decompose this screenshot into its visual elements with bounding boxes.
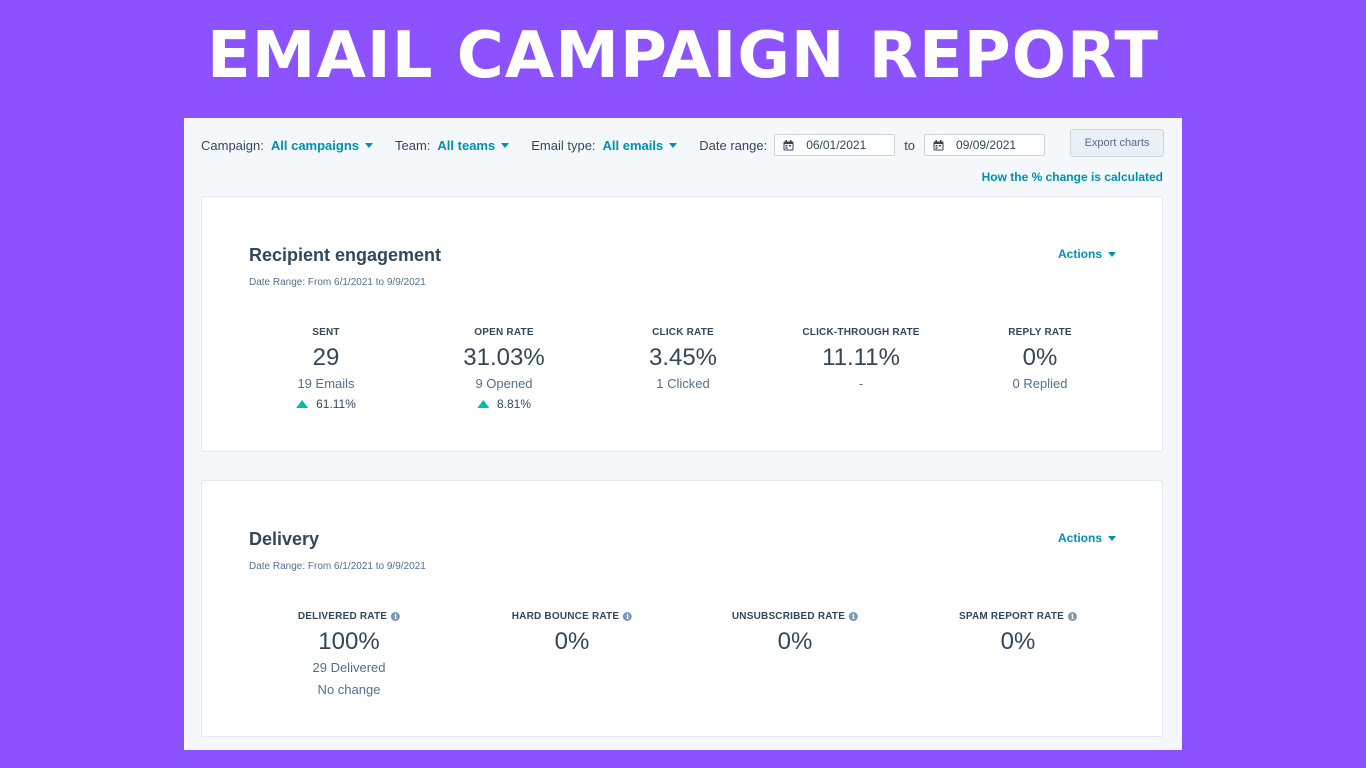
actions-label: Actions: [1057, 531, 1102, 545]
metric-label: SENT: [312, 327, 340, 338]
metric-value: 100%: [318, 628, 380, 655]
chevron-down-icon: [365, 142, 374, 148]
metric-label: CLICK RATE: [652, 327, 714, 338]
campaign-dropdown[interactable]: All campaigns: [270, 137, 374, 153]
email-type-dropdown-value: All emails: [602, 137, 664, 153]
actions-dropdown[interactable]: Actions: [1058, 531, 1116, 545]
calendar-icon: [783, 139, 794, 150]
email-type-filter-label: Email type:: [531, 137, 596, 153]
campaign-dropdown-value: All campaigns: [270, 137, 360, 153]
metric-change: 61.11%: [296, 397, 356, 411]
info-icon[interactable]: i: [1068, 612, 1078, 621]
metric-click-rate: CLICK RATE 3.45% 1 Clicked: [649, 327, 717, 392]
chevron-down-icon: [1108, 535, 1116, 541]
metric-reply-rate: REPLY RATE 0% 0 Replied: [1008, 327, 1072, 392]
chevron-down-icon: [501, 142, 510, 148]
metric-label-text: DELIVERED RATE: [297, 611, 388, 622]
pct-change-link[interactable]: How the % change is calculated: [982, 170, 1163, 184]
metric-spam-report-rate: SPAM REPORT RATE i 0%: [958, 611, 1078, 657]
metric-sub: 1 Clicked: [656, 376, 710, 391]
team-dropdown[interactable]: All teams: [437, 137, 510, 153]
date-range-to: to: [904, 137, 916, 153]
metric-sub: 19 Emails: [297, 376, 355, 391]
start-date-input[interactable]: 06/01/2021: [774, 134, 896, 156]
card-date-range: Date Range: From 6/1/2021 to 9/9/2021: [249, 561, 426, 572]
metric-label: HARD BOUNCE RATE i: [511, 611, 633, 622]
report-panel: Campaign: All campaigns Team: All teams …: [184, 118, 1182, 750]
metric-label-text: HARD BOUNCE RATE: [511, 611, 620, 622]
metric-value: 0%: [777, 628, 813, 655]
actions-dropdown[interactable]: Actions: [1058, 247, 1116, 261]
metric-value: 0%: [1000, 628, 1036, 655]
metric-change: No change: [317, 682, 381, 697]
chevron-down-icon: [1108, 251, 1116, 257]
team-filter: Team: All teams: [395, 137, 510, 153]
trend-up-icon: [476, 400, 489, 408]
actions-label: Actions: [1057, 247, 1102, 261]
date-range-filter: Date range: 06/01/2021 to 09/09/2021: [699, 134, 1046, 156]
delivery-card: Delivery Date Range: From 6/1/2021 to 9/…: [201, 480, 1163, 737]
metric-unsubscribed-rate: UNSUBSCRIBED RATE i 0%: [731, 611, 859, 657]
campaign-filter-label: Campaign:: [201, 137, 264, 153]
metric-value: 29: [312, 344, 340, 371]
metric-change-value: 61.11%: [316, 397, 356, 411]
metric-change: 8.81%: [463, 397, 544, 411]
info-icon[interactable]: i: [849, 612, 859, 621]
metric-sub: -: [858, 376, 864, 391]
metric-click-through-rate: CLICK-THROUGH RATE 11.11% -: [802, 327, 919, 392]
date-range-label: Date range:: [699, 137, 768, 153]
metric-delivered-rate: DELIVERED RATE i 100% 29 Delivered No ch…: [297, 611, 401, 698]
card-date-range: Date Range: From 6/1/2021 to 9/9/2021: [249, 277, 426, 288]
start-date-value: 06/01/2021: [806, 138, 867, 152]
metric-value: 3.45%: [648, 344, 718, 371]
metric-label: SPAM REPORT RATE i: [958, 611, 1078, 622]
filter-bar: Campaign: All campaigns Team: All teams …: [201, 134, 1046, 156]
calendar-icon: [933, 139, 944, 150]
metric-label: OPEN RATE: [474, 327, 534, 338]
card-title: Recipient engagement: [249, 245, 442, 265]
team-dropdown-value: All teams: [437, 137, 496, 153]
info-icon[interactable]: i: [391, 612, 401, 621]
metric-hard-bounce-rate: HARD BOUNCE RATE i 0%: [511, 611, 633, 657]
card-title: Delivery: [249, 529, 320, 549]
metric-value: 31.03%: [463, 344, 545, 371]
metric-label: UNSUBSCRIBED RATE i: [731, 611, 859, 622]
metric-sub: 0 Replied: [1012, 376, 1068, 391]
metric-label: CLICK-THROUGH RATE: [802, 327, 920, 338]
metric-sub: 29 Delivered: [312, 660, 386, 675]
recipient-engagement-card: Recipient engagement Date Range: From 6/…: [201, 196, 1163, 452]
metric-label: DELIVERED RATE i: [297, 611, 401, 622]
email-type-dropdown[interactable]: All emails: [603, 138, 678, 153]
metric-label: REPLY RATE: [1008, 327, 1072, 338]
trend-up-icon: [296, 400, 309, 408]
banner-title: EMAIL CAMPAIGN REPORT: [206, 19, 1160, 93]
export-charts-button[interactable]: Export charts: [1070, 129, 1164, 157]
metric-label-text: UNSUBSCRIBED RATE: [731, 611, 846, 622]
chevron-down-icon: [669, 142, 678, 148]
end-date-value: 09/09/2021: [956, 138, 1017, 152]
info-icon[interactable]: i: [623, 612, 633, 621]
team-filter-label: Team:: [395, 137, 431, 153]
metric-value: 11.11%: [822, 344, 900, 371]
campaign-filter: Campaign: All campaigns: [201, 137, 374, 153]
metric-value: 0%: [554, 628, 590, 655]
email-type-filter: Email type: All emails: [531, 137, 678, 153]
metric-sent: SENT 29 19 Emails 61.11%: [296, 327, 356, 411]
metric-value: 0%: [1022, 344, 1058, 371]
metric-open-rate: OPEN RATE 31.03% 9 Opened 8.81%: [463, 327, 544, 411]
metric-label-text: SPAM REPORT RATE: [958, 611, 1065, 622]
end-date-input[interactable]: 09/09/2021: [924, 134, 1046, 156]
metric-sub: 9 Opened: [475, 376, 533, 391]
metric-change-value: 8.81%: [496, 397, 532, 411]
